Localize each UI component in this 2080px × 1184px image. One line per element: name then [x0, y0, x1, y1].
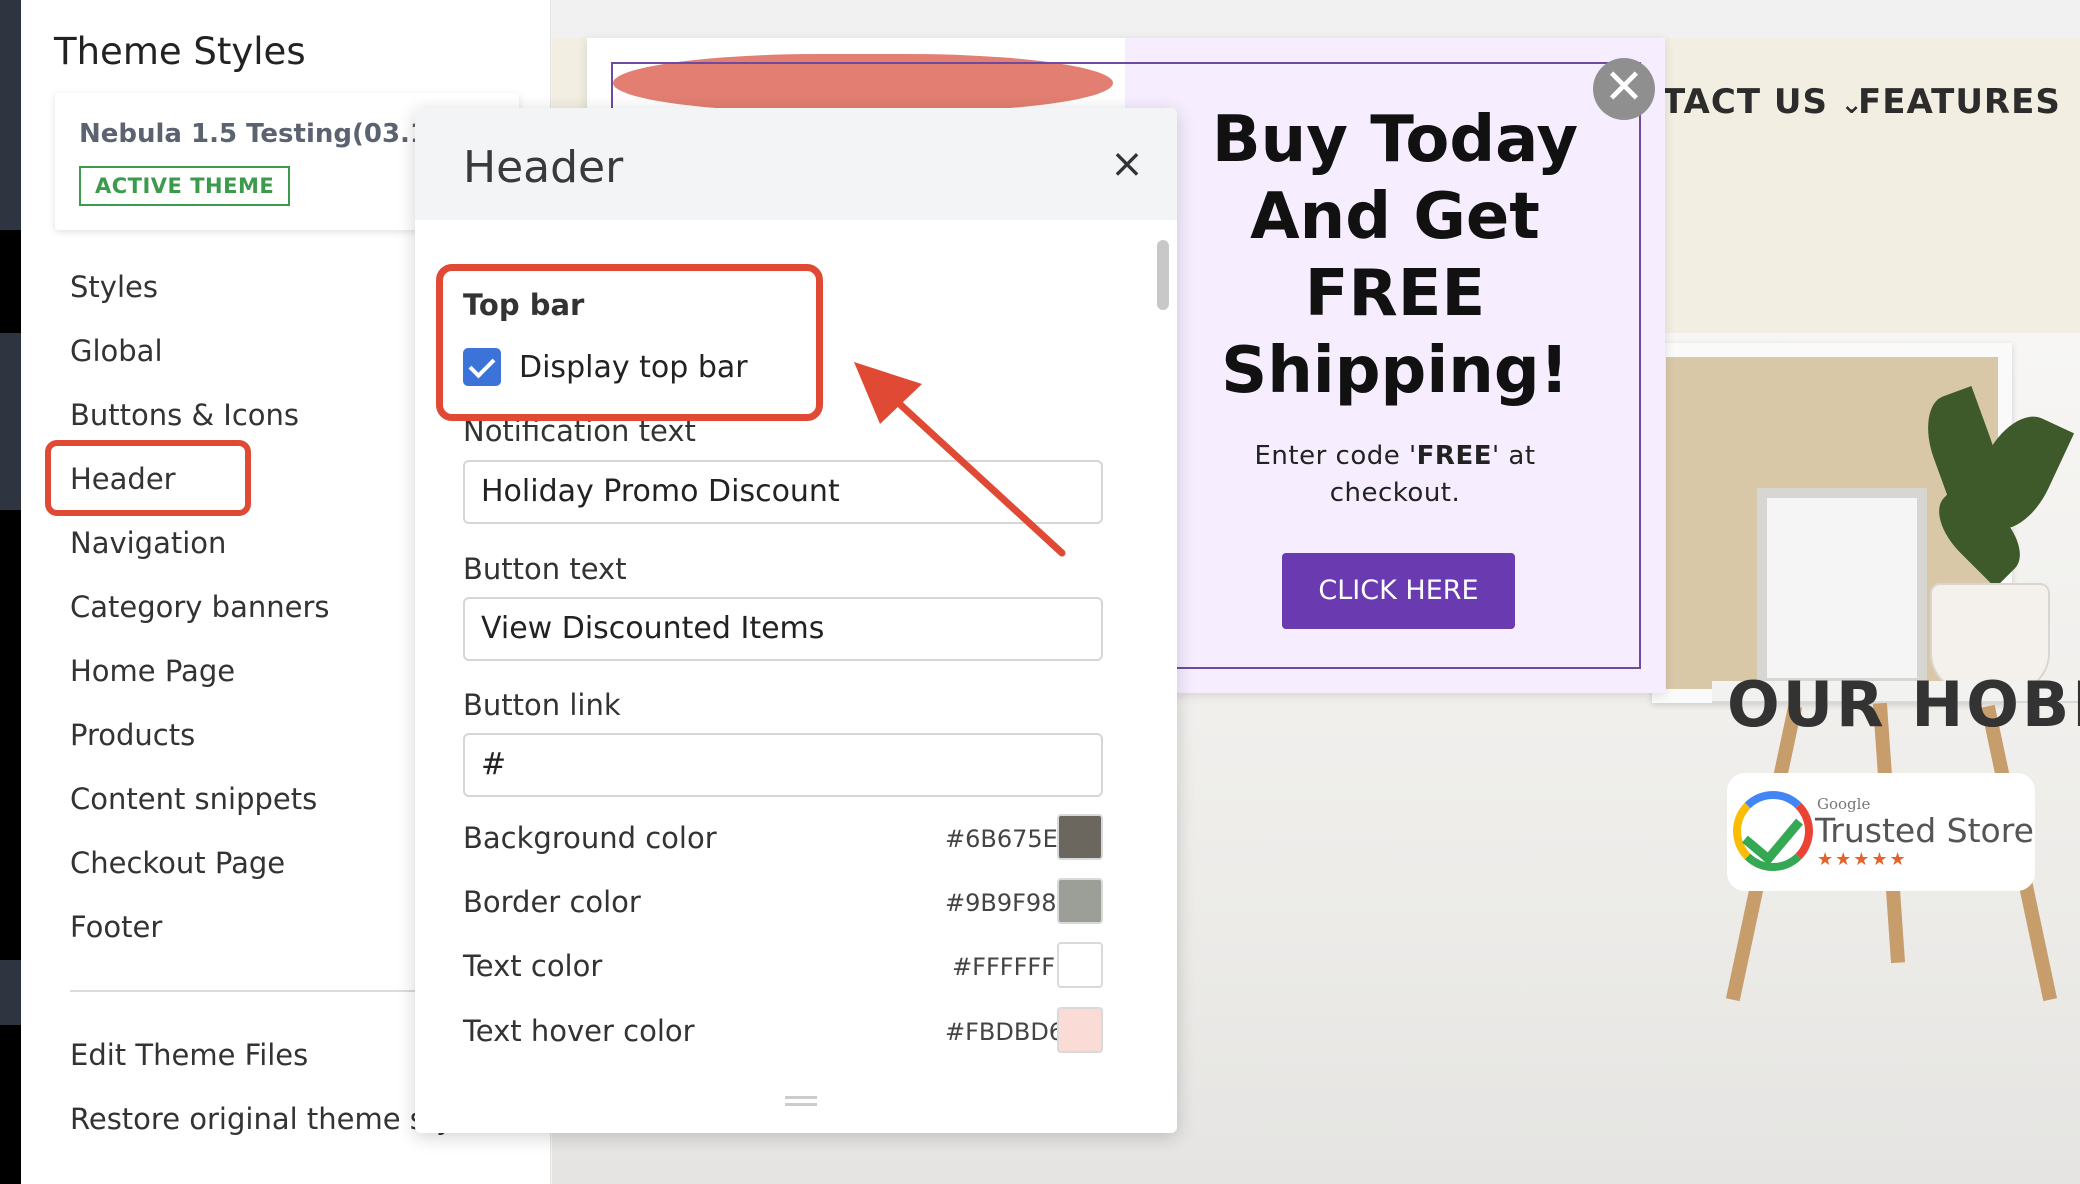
border-color-label: Border color: [463, 885, 641, 919]
popup-subtext-before: Enter code ': [1254, 441, 1417, 471]
popup-content: Buy Today And Get FREE Shipping! Enter c…: [1125, 38, 1665, 693]
sidebar-title: Theme Styles: [54, 30, 306, 73]
panel-scrollbar[interactable]: [1157, 240, 1169, 310]
popup-heading-line: Buy Today: [1211, 103, 1579, 177]
hero-headline: OUR HOBBY: [1727, 668, 2080, 741]
text-color-hex: #FFFFFF: [952, 953, 1055, 981]
header-settings-panel: Header × Top bar Display top bar Notific…: [415, 108, 1177, 1133]
text-color-label: Text color: [463, 949, 603, 983]
sidebar-item-footer[interactable]: Footer: [70, 910, 162, 944]
click-here-button[interactable]: CLICK HERE: [1282, 553, 1515, 629]
sidebar-item-styles[interactable]: Styles: [70, 270, 158, 304]
nav-contact-label: TACT US: [1662, 82, 1828, 122]
button-link-label: Button link: [463, 688, 621, 722]
border-color-swatch[interactable]: [1057, 878, 1103, 924]
text-hover-color-swatch[interactable]: [1057, 1007, 1103, 1053]
sidebar-item-checkout-page[interactable]: Checkout Page: [70, 846, 285, 880]
resize-handle-icon[interactable]: [785, 1096, 817, 1106]
left-edge-strip: [0, 0, 21, 1184]
background-color-hex: #6B675E: [945, 825, 1058, 853]
sidebar-item-navigation[interactable]: Navigation: [70, 526, 226, 560]
popup-heading-line: FREE: [1304, 257, 1486, 331]
background-color-swatch[interactable]: [1057, 814, 1103, 860]
trusted-store-label: Trusted Store: [1815, 811, 2034, 850]
close-icon: ×: [1110, 141, 1144, 187]
popup-heading-line: Shipping!: [1221, 334, 1569, 408]
background-color-label: Background color: [463, 821, 717, 855]
button-link-input[interactable]: #: [463, 733, 1103, 797]
checkmark-icon: [1733, 791, 1813, 871]
close-icon: ✕: [1603, 59, 1645, 115]
active-theme-badge: ACTIVE THEME: [79, 166, 291, 206]
annotation-arrow-icon: [854, 362, 1066, 557]
sidebar-item-content-snippets[interactable]: Content snippets: [70, 782, 317, 816]
border-color-hex: #9B9F98: [945, 889, 1057, 917]
header-highlight-annotation: [45, 440, 251, 516]
promo-code: FREE: [1416, 441, 1492, 471]
sidebar-item-home-page[interactable]: Home Page: [70, 654, 235, 688]
google-trusted-store-badge[interactable]: Google Trusted Store ★★★★★: [1727, 773, 2035, 891]
text-hover-color-hex: #FBDBD6: [945, 1018, 1065, 1046]
text-hover-color-label: Text hover color: [463, 1014, 695, 1048]
sidebar-item-global[interactable]: Global: [70, 334, 163, 368]
popup-close-button[interactable]: ✕: [1593, 58, 1655, 120]
strip-segment: [0, 230, 21, 333]
top-bar-highlight-annotation: [436, 264, 823, 421]
popup-heading: Buy Today And Get FREE Shipping!: [1125, 102, 1665, 410]
popup-subtext: Enter code 'FREE' at checkout.: [1185, 438, 1605, 512]
nav-features[interactable]: FEATURES: [1858, 82, 2061, 122]
sidebar-item-products[interactable]: Products: [70, 718, 195, 752]
panel-close-button[interactable]: ×: [1105, 142, 1149, 186]
rating-stars: ★★★★★: [1817, 849, 1908, 870]
sidebar-item-category-banners[interactable]: Category banners: [70, 590, 330, 624]
panel-header: Header ×: [415, 108, 1177, 220]
strip-segment: [0, 510, 21, 960]
button-text-label: Button text: [463, 552, 627, 586]
edit-theme-files-link[interactable]: Edit Theme Files: [70, 1038, 308, 1072]
text-color-swatch[interactable]: [1057, 942, 1103, 988]
panel-title: Header: [463, 142, 624, 193]
popup-product-image: [613, 54, 1113, 112]
nav-contact-us[interactable]: TACT US ⌄: [1662, 82, 1864, 122]
popup-heading-line: And Get: [1250, 180, 1540, 254]
sidebar-item-buttons-icons[interactable]: Buttons & Icons: [70, 398, 299, 432]
strip-segment: [0, 1025, 21, 1184]
button-text-input[interactable]: View Discounted Items: [463, 597, 1103, 661]
photo-frame-image: [1757, 488, 1927, 688]
